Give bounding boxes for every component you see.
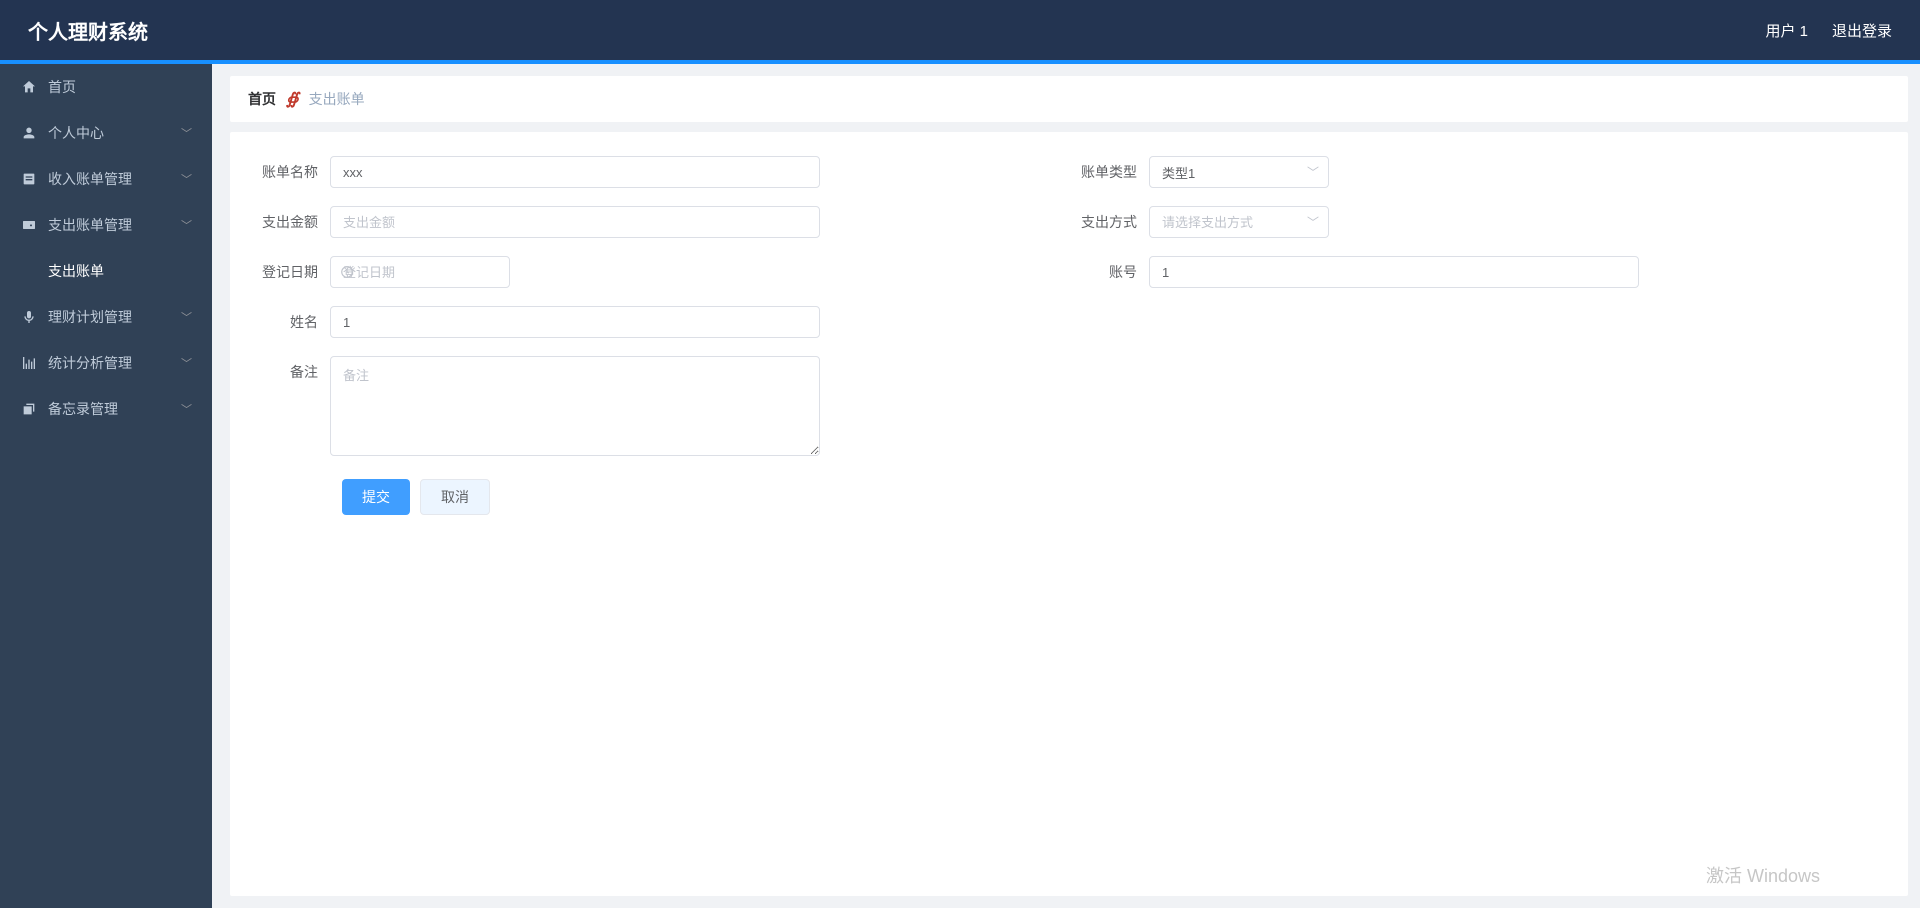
mic-icon [20,308,38,326]
chevron-down-icon: ﹀ [181,401,192,417]
sidebar-item-expense[interactable]: 支出账单管理 ︿ [0,202,212,248]
chevron-down-icon: ﹀ [181,355,192,371]
sidebar-item-label: 支出账单管理 [48,215,181,235]
account-input[interactable] [1149,256,1639,288]
sidebar-item-label: 收入账单管理 [48,169,181,189]
form-item-remark: 备注 [250,356,1069,461]
sidebar-item-label: 理财计划管理 [48,307,181,327]
user-icon [20,124,38,142]
form-panel: 账单名称 账单类型 ﹀ [230,132,1908,896]
user-label[interactable]: 用户 1 [1765,20,1808,41]
home-icon [20,78,38,96]
form-item-bill-name: 账单名称 [250,156,1069,188]
method-label: 支出方式 [1069,206,1149,238]
submit-button[interactable]: 提交 [342,479,410,515]
form-item-bill-type: 账单类型 ﹀ [1069,156,1888,188]
sidebar-item-stats[interactable]: 统计分析管理 ﹀ [0,340,212,386]
date-label: 登记日期 [250,256,330,288]
form-item-account: 账号 [1069,256,1888,288]
breadcrumb-current: 支出账单 [309,89,365,109]
account-label: 账号 [1069,256,1149,288]
amount-label: 支出金额 [250,206,330,238]
sidebar-item-label: 个人中心 [48,123,181,143]
chevron-down-icon: ﹀ [181,125,192,141]
sidebar-item-label: 统计分析管理 [48,353,181,373]
breadcrumb-home[interactable]: 首页 [248,89,276,109]
chevron-down-icon: ﹀ [181,171,192,187]
form-item-date: 登记日期 [250,256,1069,288]
bill-type-select[interactable] [1149,156,1329,188]
name-input[interactable] [330,306,820,338]
form-item-amount: 支出金额 [250,206,1069,238]
sidebar-item-home[interactable]: 首页 [0,64,212,110]
clipboard-icon [20,170,38,188]
cancel-button[interactable]: 取消 [420,479,490,515]
header: 个人理财系统 用户 1 退出登录 [0,0,1920,60]
form-actions: 提交 取消 [250,479,1888,515]
logout-link[interactable]: 退出登录 [1832,20,1892,41]
sidebar-subitem-expense-bill[interactable]: 支出账单 [0,248,212,294]
bill-type-label: 账单类型 [1069,156,1149,188]
remark-textarea[interactable] [330,356,820,456]
sidebar-item-label: 备忘录管理 [48,399,181,419]
bill-name-input[interactable] [330,156,820,188]
sidebar-subitem-label: 支出账单 [48,261,104,281]
chart-icon [20,354,38,372]
sidebar-item-label: 首页 [48,77,192,97]
breadcrumb-separator-icon: ∯ [286,89,299,109]
chevron-up-icon: ︿ [181,217,192,233]
sidebar-item-income[interactable]: 收入账单管理 ﹀ [0,156,212,202]
app-title: 个人理财系统 [28,16,148,45]
sidebar-item-memo[interactable]: 备忘录管理 ﹀ [0,386,212,432]
main-content: 首页 ∯ 支出账单 账单名称 账单类型 [212,64,1920,908]
bill-name-label: 账单名称 [250,156,330,188]
chevron-down-icon: ﹀ [181,309,192,325]
header-right: 用户 1 退出登录 [1765,20,1892,41]
form-item-method: 支出方式 ﹀ [1069,206,1888,238]
remark-label: 备注 [250,356,330,388]
name-label: 姓名 [250,306,330,338]
copy-icon [20,400,38,418]
sidebar-item-plan[interactable]: 理财计划管理 ﹀ [0,294,212,340]
wallet-icon [20,216,38,234]
sidebar-item-profile[interactable]: 个人中心 ﹀ [0,110,212,156]
form-item-name: 姓名 [250,306,1069,338]
date-input[interactable] [330,256,510,288]
sidebar: 首页 个人中心 ﹀ 收入账单管理 ﹀ 支出账单管理 ︿ 支出账单 [0,64,212,908]
method-select[interactable] [1149,206,1329,238]
breadcrumb: 首页 ∯ 支出账单 [230,76,1908,122]
amount-input[interactable] [330,206,820,238]
